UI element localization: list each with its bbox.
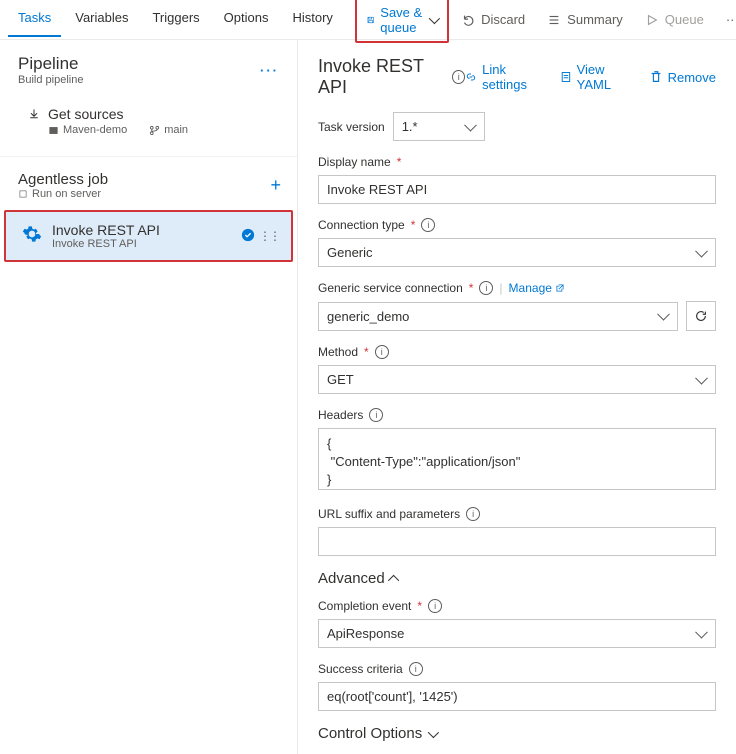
chevron-up-icon: [391, 570, 399, 587]
get-sources-title: Get sources: [48, 106, 123, 122]
completion-event-select[interactable]: [318, 619, 716, 648]
external-icon: [555, 283, 565, 293]
repo-name: Maven-demo: [48, 124, 127, 136]
pipeline-header[interactable]: Pipeline Build pipeline ···: [0, 40, 297, 96]
refresh-button[interactable]: [686, 301, 716, 331]
right-panel: Invoke REST API i Link settings View YAM…: [298, 40, 736, 754]
pipeline-title: Pipeline: [18, 54, 83, 74]
save-icon: [367, 13, 374, 27]
list-icon: [547, 13, 561, 27]
info-icon[interactable]: i: [421, 218, 435, 232]
server-icon: [18, 189, 28, 199]
success-criteria-label: Success criteria: [318, 662, 403, 676]
gear-icon: [22, 224, 42, 249]
headers-label: Headers: [318, 408, 363, 422]
discard-label: Discard: [481, 12, 525, 27]
info-icon[interactable]: i: [375, 345, 389, 359]
success-criteria-input[interactable]: [318, 682, 716, 711]
method-select[interactable]: [318, 365, 716, 394]
headers-textarea[interactable]: [318, 428, 716, 490]
remove-button[interactable]: Remove: [649, 62, 716, 92]
queue-button[interactable]: Queue: [635, 6, 714, 33]
manage-link[interactable]: Manage: [509, 281, 565, 295]
view-yaml-button[interactable]: View YAML: [560, 62, 633, 92]
refresh-icon: [694, 309, 708, 323]
toolbar: Save & queue Discard Summary Queue ···: [355, 0, 736, 43]
undo-icon: [461, 13, 475, 27]
yaml-icon: [560, 70, 572, 84]
tab-tasks[interactable]: Tasks: [8, 2, 61, 37]
repo-icon: [48, 125, 59, 136]
link-settings-button[interactable]: Link settings: [465, 62, 543, 92]
info-icon[interactable]: i: [479, 281, 493, 295]
tab-variables[interactable]: Variables: [65, 2, 138, 37]
link-icon: [465, 70, 477, 84]
chevron-down-icon: [429, 12, 437, 27]
info-icon[interactable]: i: [409, 662, 423, 676]
tab-triggers[interactable]: Triggers: [142, 2, 209, 37]
url-suffix-input[interactable]: [318, 527, 716, 556]
connection-type-label: Connection type: [318, 218, 405, 232]
check-icon: [241, 228, 255, 245]
info-icon[interactable]: i: [428, 599, 442, 613]
display-name-input[interactable]: [318, 175, 716, 204]
tab-bar: Tasks Variables Triggers Options History: [8, 2, 343, 37]
save-queue-label: Save & queue: [380, 5, 423, 35]
download-icon: [28, 108, 40, 120]
tab-history[interactable]: History: [282, 2, 342, 37]
url-suffix-label: URL suffix and parameters: [318, 507, 460, 521]
advanced-section-toggle[interactable]: Advanced: [318, 570, 716, 587]
job-title: Agentless job: [18, 171, 108, 188]
info-icon[interactable]: i: [369, 408, 383, 422]
info-icon[interactable]: i: [452, 70, 465, 84]
task-title: Invoke REST API: [52, 222, 160, 238]
branch-name: main: [149, 124, 188, 136]
service-connection-label: Generic service connection: [318, 281, 463, 295]
pipeline-subtitle: Build pipeline: [18, 74, 83, 86]
connection-type-select[interactable]: [318, 238, 716, 267]
completion-event-label: Completion event: [318, 599, 411, 613]
add-task-button[interactable]: +: [270, 175, 281, 196]
pane-title: Invoke REST API: [318, 56, 444, 98]
more-button[interactable]: ···: [716, 6, 736, 33]
branch-icon: [149, 125, 160, 136]
task-item[interactable]: Invoke REST API Invoke REST API ⋮⋮: [6, 212, 291, 260]
task-version-select[interactable]: [393, 112, 485, 141]
task-selected-highlight: Invoke REST API Invoke REST API ⋮⋮: [4, 210, 293, 262]
summary-button[interactable]: Summary: [537, 6, 633, 33]
pipeline-more-button[interactable]: ···: [260, 63, 279, 78]
trash-icon: [649, 70, 663, 84]
top-bar: Tasks Variables Triggers Options History…: [0, 0, 736, 40]
left-panel: Pipeline Build pipeline ··· Get sources …: [0, 40, 298, 754]
discard-button[interactable]: Discard: [451, 6, 535, 33]
display-name-label: Display name: [318, 155, 391, 169]
info-icon[interactable]: i: [466, 507, 480, 521]
get-sources[interactable]: Get sources Maven-demo main: [0, 96, 297, 146]
chevron-down-icon: [428, 725, 436, 742]
method-label: Method: [318, 345, 358, 359]
job-header[interactable]: Agentless job Run on server +: [0, 156, 297, 208]
task-version-label: Task version: [318, 120, 385, 134]
drag-handle-icon[interactable]: ⋮⋮: [259, 229, 279, 243]
save-queue-button[interactable]: Save & queue: [355, 0, 449, 43]
tab-options[interactable]: Options: [214, 2, 279, 37]
service-connection-select[interactable]: [318, 302, 678, 331]
play-icon: [645, 13, 659, 27]
job-subtitle: Run on server: [18, 188, 108, 200]
summary-label: Summary: [567, 12, 623, 27]
task-subtitle: Invoke REST API: [52, 238, 160, 250]
queue-label: Queue: [665, 12, 704, 27]
control-options-toggle[interactable]: Control Options: [318, 725, 716, 742]
